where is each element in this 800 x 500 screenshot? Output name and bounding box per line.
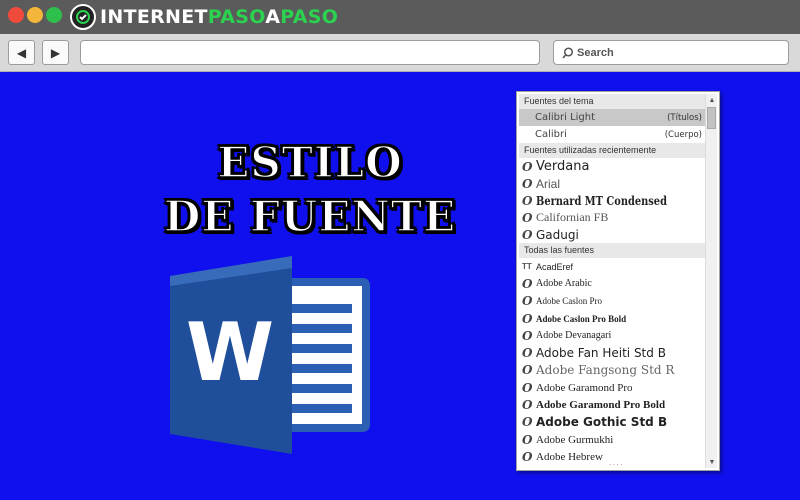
site-name: INTERNETPASOAPASO bbox=[100, 6, 339, 28]
font-name: Adobe Devanagari bbox=[536, 330, 612, 342]
back-button[interactable]: ◀ bbox=[8, 40, 35, 65]
scroll-thumb[interactable] bbox=[707, 107, 716, 129]
font-item[interactable]: O Adobe Garamond Pro bbox=[519, 379, 705, 396]
opentype-font-icon: O bbox=[522, 380, 533, 395]
resize-grip-icon[interactable]: ···· bbox=[609, 460, 624, 469]
opentype-font-icon: O bbox=[522, 432, 533, 447]
font-role-tag: (Títulos) bbox=[667, 112, 702, 123]
opentype-font-icon: O bbox=[522, 193, 533, 208]
font-item[interactable]: O Bernard MT Condensed bbox=[519, 192, 705, 209]
truetype-font-icon: TT bbox=[522, 262, 532, 272]
font-name: Calibri Light bbox=[535, 112, 596, 123]
theme-fonts-header: Fuentes del tema bbox=[519, 94, 705, 109]
font-item[interactable]: O Adobe Gurmukhi bbox=[519, 431, 705, 448]
opentype-font-icon: O bbox=[522, 227, 533, 242]
opentype-font-icon: O bbox=[522, 159, 533, 174]
font-name: Adobe Garamond Pro Bold bbox=[536, 399, 666, 412]
headline-line-1: ESTILO bbox=[217, 137, 403, 188]
font-item[interactable]: O Adobe Caslon Pro bbox=[519, 293, 705, 310]
close-window-button[interactable] bbox=[8, 7, 24, 23]
font-name: Adobe Hebrew bbox=[536, 450, 603, 463]
font-name: Arial bbox=[536, 176, 561, 191]
font-name: Bernard MT Condensed bbox=[536, 193, 667, 208]
browser-titlebar: INTERNETPASOAPASO bbox=[0, 0, 800, 34]
font-name: Gadugi bbox=[536, 227, 579, 242]
search-input[interactable]: Search bbox=[553, 40, 789, 65]
font-name: Verdana bbox=[536, 159, 590, 174]
word-letter: W bbox=[186, 306, 274, 399]
font-item[interactable]: O Adobe Arabic bbox=[519, 275, 705, 292]
font-name: Adobe Fan Heiti Std B bbox=[536, 346, 666, 361]
font-item[interactable]: O Arial bbox=[519, 175, 705, 192]
headline-line-2: DE FUENTE bbox=[163, 191, 457, 242]
font-name: Adobe Gothic Std B bbox=[536, 415, 668, 430]
font-name: Adobe Caslon Pro bbox=[536, 296, 602, 307]
forward-arrow-icon: ▶ bbox=[50, 45, 61, 60]
opentype-font-icon: O bbox=[522, 176, 533, 191]
opentype-font-icon: O bbox=[522, 210, 533, 225]
font-name: Californian FB bbox=[536, 210, 609, 224]
minimize-window-button[interactable] bbox=[27, 7, 43, 23]
search-placeholder: Search bbox=[577, 46, 614, 59]
word-logo-icon: W bbox=[170, 256, 370, 454]
font-item[interactable]: O Adobe Caslon Pro Bold bbox=[519, 310, 705, 327]
opentype-font-icon: O bbox=[522, 449, 533, 464]
font-list-scrollbar[interactable]: ▲ ▼ bbox=[705, 94, 717, 468]
font-role-tag: (Cuerpo) bbox=[664, 129, 702, 140]
all-fonts-header: Todas las fuentes bbox=[519, 243, 705, 258]
opentype-font-icon: O bbox=[522, 398, 533, 413]
address-bar[interactable] bbox=[80, 40, 540, 65]
font-name: Adobe Fangsong Std R bbox=[536, 363, 675, 378]
opentype-font-icon: O bbox=[522, 415, 533, 430]
font-item[interactable]: O Californian FB bbox=[519, 209, 705, 226]
font-item[interactable]: O Adobe Devanagari bbox=[519, 327, 705, 344]
browser-toolbar: ◀ ▶ Search bbox=[0, 34, 800, 72]
opentype-font-icon: O bbox=[522, 311, 533, 326]
theme-font-item[interactable]: Calibri Light (Títulos) bbox=[519, 109, 705, 126]
opentype-font-icon: O bbox=[522, 346, 533, 361]
scroll-down-arrow-icon[interactable]: ▼ bbox=[706, 456, 718, 468]
opentype-font-icon: O bbox=[522, 328, 533, 343]
font-name: Adobe Garamond Pro bbox=[536, 381, 633, 394]
font-item[interactable]: O Adobe Garamond Pro Bold bbox=[519, 396, 705, 413]
recent-fonts-header: Fuentes utilizadas recientemente bbox=[519, 143, 705, 158]
search-icon bbox=[562, 46, 574, 59]
font-name: Adobe Caslon Pro Bold bbox=[536, 313, 627, 324]
font-name: AcadEref bbox=[536, 261, 574, 272]
site-logo: INTERNETPASOAPASO bbox=[70, 3, 338, 31]
forward-button[interactable]: ▶ bbox=[42, 40, 69, 65]
font-item[interactable]: O Adobe Fan Heiti Std B bbox=[519, 344, 705, 361]
opentype-font-icon: O bbox=[522, 363, 533, 378]
font-item[interactable]: O Adobe Gothic Std B bbox=[519, 414, 705, 431]
font-item[interactable]: O Gadugi bbox=[519, 226, 705, 243]
opentype-font-icon: O bbox=[522, 276, 533, 291]
globe-icon bbox=[70, 4, 96, 30]
maximize-window-button[interactable] bbox=[46, 7, 62, 23]
font-item[interactable]: O Adobe Fangsong Std R bbox=[519, 362, 705, 379]
font-name: Adobe Gurmukhi bbox=[536, 433, 614, 446]
opentype-font-icon: O bbox=[522, 294, 533, 309]
font-name: Adobe Arabic bbox=[536, 278, 592, 290]
back-arrow-icon: ◀ bbox=[16, 45, 27, 60]
scroll-up-arrow-icon[interactable]: ▲ bbox=[706, 94, 718, 106]
theme-font-item[interactable]: Calibri (Cuerpo) bbox=[519, 126, 705, 143]
font-item[interactable]: O Verdana bbox=[519, 158, 705, 175]
font-name: Calibri bbox=[535, 129, 567, 140]
font-dropdown-list[interactable]: Fuentes del tema Calibri Light (Títulos) C… bbox=[516, 91, 720, 471]
font-item[interactable]: TT AcadEref bbox=[519, 258, 705, 275]
